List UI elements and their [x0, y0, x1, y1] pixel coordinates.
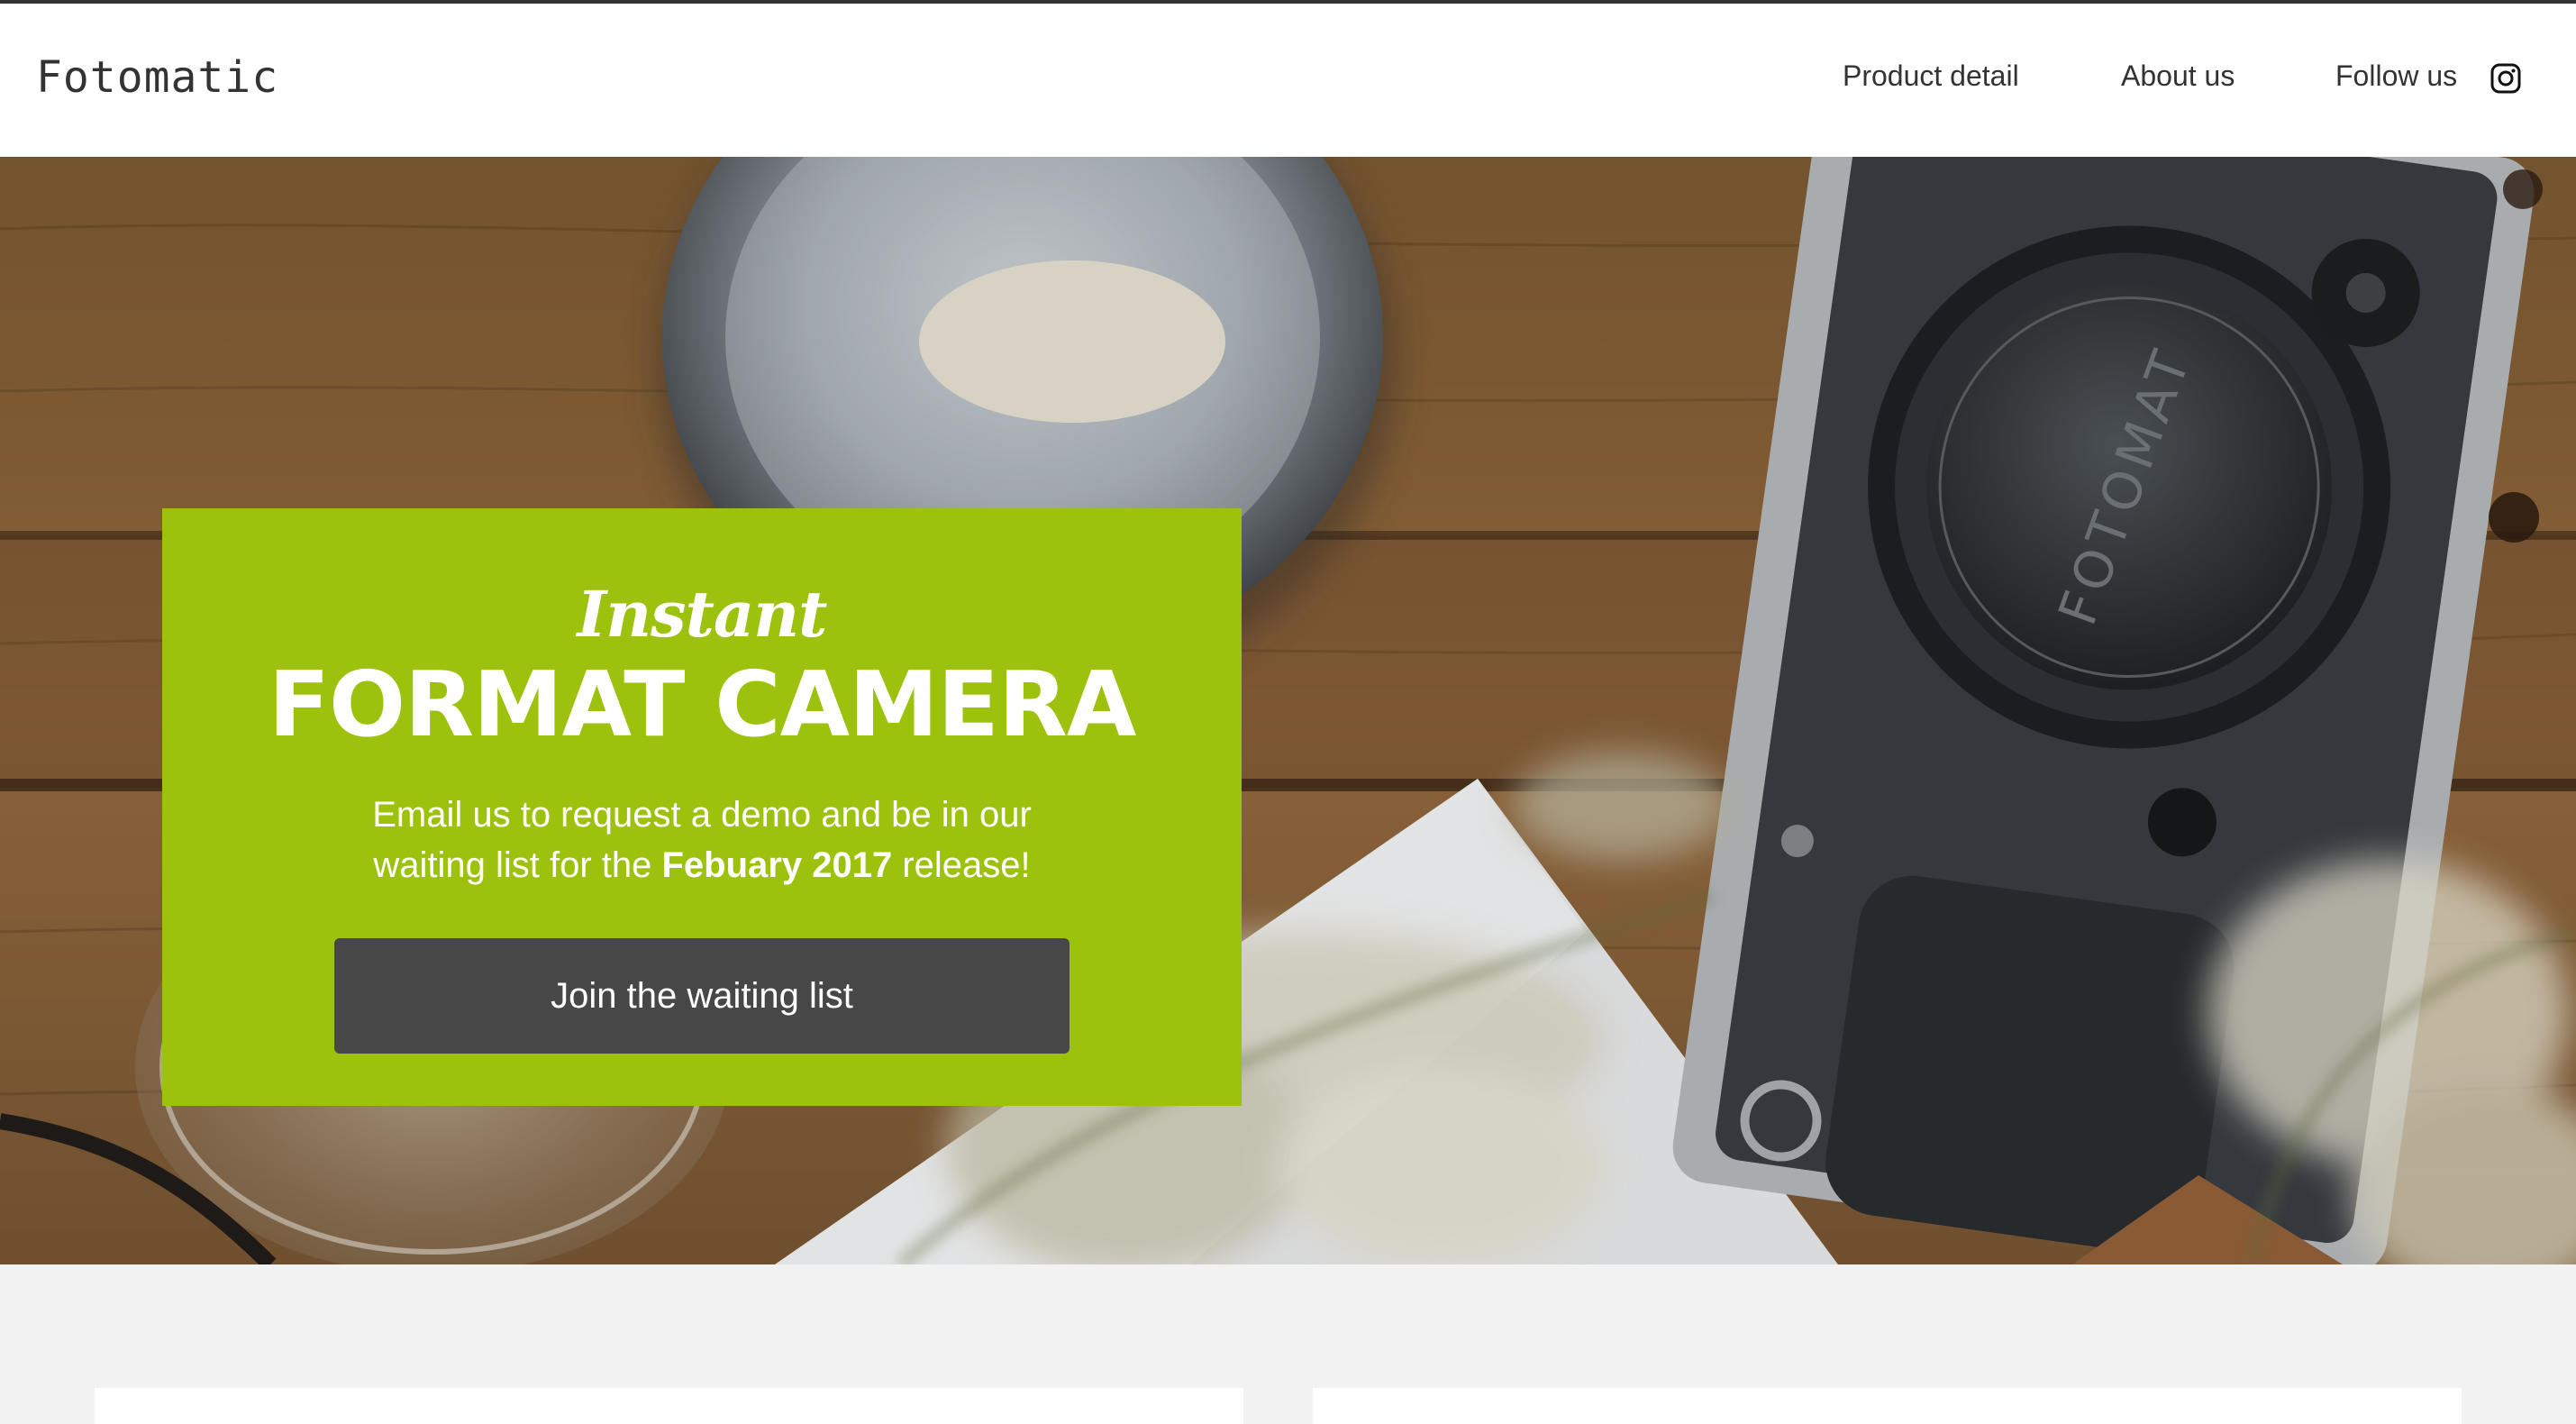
hero-section: FOTOMAT Instant FORMAT CAMERA Email us t…: [0, 157, 2576, 1264]
site-header: Fotomatic Product detail About us Follow…: [0, 4, 2576, 158]
nav-follow-us[interactable]: Follow us: [2335, 59, 2457, 93]
instagram-icon[interactable]: [2490, 63, 2521, 94]
content-card-right: [1313, 1388, 2462, 1424]
join-waiting-list-button[interactable]: Join the waiting list: [334, 938, 1070, 1054]
brand-logo[interactable]: Fotomatic: [36, 52, 278, 103]
promo-text-end: release!: [892, 845, 1031, 885]
promo-release-date: Febuary 2017: [661, 845, 893, 885]
promo-description: Email us to request a demo and be in our…: [324, 790, 1079, 890]
content-card-left: [95, 1388, 1243, 1424]
promo-title: FORMAT CAMERA: [268, 652, 1137, 757]
promo-script-heading: Instant: [577, 577, 828, 652]
nav-about-us[interactable]: About us: [2121, 59, 2235, 93]
nav-product-detail[interactable]: Product detail: [1843, 59, 2019, 93]
promo-card: Instant FORMAT CAMERA Email us to reques…: [162, 508, 1242, 1106]
